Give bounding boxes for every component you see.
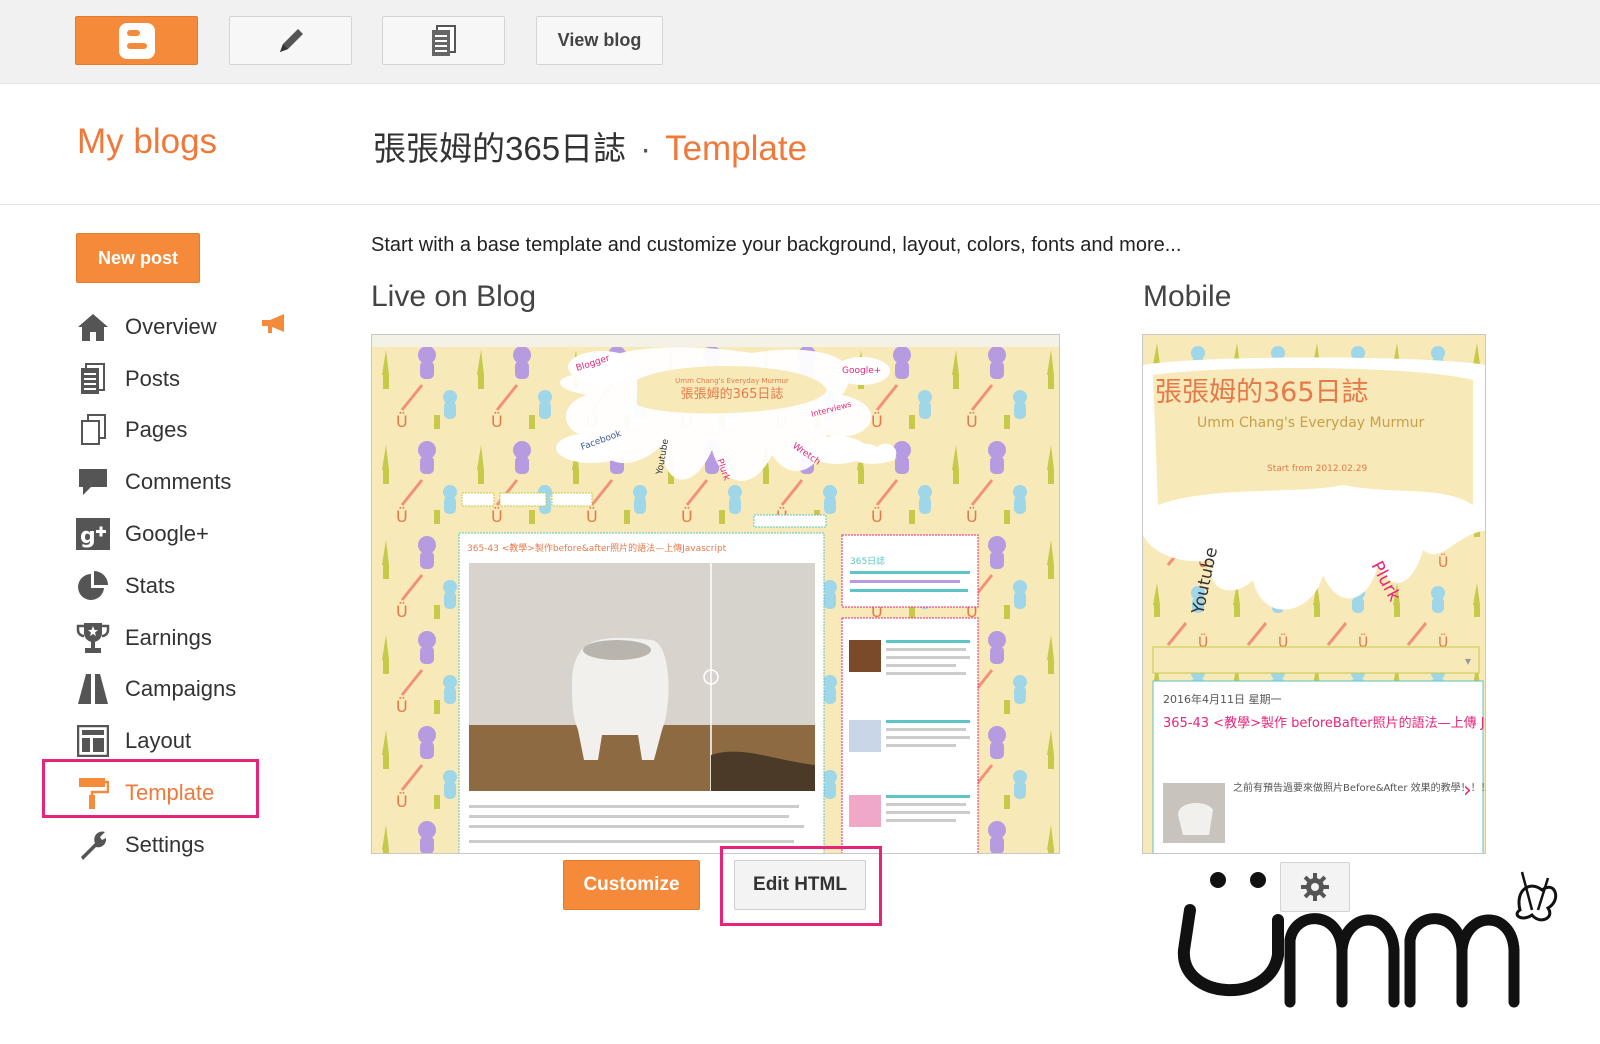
- view-blog-button[interactable]: View blog: [536, 16, 663, 65]
- mobile-preview-blog-name: 張張姆的365日誌: [1155, 377, 1369, 408]
- page-header: My blogs 張張姆的365日誌 · Template: [0, 84, 1600, 205]
- pie-chart-icon: [76, 569, 110, 603]
- blog-name[interactable]: 張張姆的365日誌: [373, 130, 626, 167]
- new-post-pencil-button[interactable]: [229, 16, 352, 65]
- live-preview-thumbnail: Ü Umm Chang's Everyday Murmur 張張姆的365日誌 …: [372, 335, 1059, 853]
- pages-icon: [76, 413, 110, 447]
- top-toolbar: View blog: [0, 0, 1600, 84]
- mobile-preview-excerpt: 之前有預告過要來做照片Before&After 效果的教學！！！關於這個照片 B…: [1233, 781, 1486, 794]
- sidebar-item-campaigns[interactable]: Campaigns: [76, 664, 306, 716]
- sidebar-item-stats[interactable]: Stats: [76, 560, 306, 612]
- sidebar-item-label: Comments: [125, 469, 232, 495]
- google-plus-icon: g: [76, 517, 110, 551]
- svg-text:g: g: [80, 524, 96, 549]
- sidebar-item-label: Pages: [125, 417, 188, 443]
- sidebar-item-pages[interactable]: Pages: [76, 405, 306, 457]
- live-on-blog-heading: Live on Blog: [371, 280, 537, 313]
- umm-watermark-logo: [1177, 871, 1558, 1008]
- mobile-preview-thumbnail: Ü 張張姆的365日誌 Umm Chang's Everyday Murmur …: [1143, 335, 1486, 853]
- comment-icon: [76, 465, 110, 499]
- live-preview-sidebar-label: 365日誌: [850, 555, 885, 567]
- posts-icon: [431, 24, 456, 56]
- posts-list-button[interactable]: [382, 16, 505, 65]
- sidebar-item-label: Overview: [125, 313, 217, 339]
- mobile-preview-date: 2016年4月11日 星期一: [1163, 692, 1282, 706]
- live-preview-post-title: 365-43 <教學>製作before&after照片的語法—上傳Javascr…: [467, 542, 727, 554]
- sidebar-item-label: Campaigns: [125, 676, 237, 702]
- mobile-preview-start: Start from 2012.02.29: [1267, 464, 1367, 474]
- sidebar-item-label: Google+: [125, 521, 209, 547]
- sidebar-item-label: Settings: [125, 831, 205, 857]
- sidebar-item-overview[interactable]: Overview: [76, 301, 306, 353]
- section-name: Template: [665, 129, 808, 168]
- sidebar-item-label: Layout: [125, 728, 192, 754]
- blogger-logo-icon: [118, 22, 155, 59]
- home-icon: [76, 310, 110, 344]
- posts-icon: [76, 362, 110, 396]
- svg-text:›: ›: [1463, 778, 1472, 803]
- edit-html-highlight-box: [720, 846, 882, 926]
- new-post-button[interactable]: New post: [76, 233, 200, 283]
- pencil-icon: [279, 28, 303, 52]
- blogger-logo-button[interactable]: [75, 16, 198, 65]
- mobile-template-preview[interactable]: Ü 張張姆的365日誌 Umm Chang's Everyday Murmur …: [1142, 334, 1486, 854]
- sidebar-item-earnings[interactable]: Earnings: [76, 612, 306, 664]
- sidebar-item-settings[interactable]: Settings: [76, 819, 306, 871]
- mobile-preview-post-title: 365-43 <教學>製作 beforeBafter照片的語法—上傳 Javas…: [1163, 715, 1486, 731]
- mobile-preview-subtitle: Umm Chang's Everyday Murmur: [1197, 415, 1425, 431]
- sidebar-item-posts[interactable]: Posts: [76, 353, 306, 405]
- sidebar-item-label: Earnings: [125, 624, 212, 650]
- sidebar-item-google-plus[interactable]: g Google+: [76, 508, 306, 560]
- bubble-google-plus: Google+: [842, 366, 881, 376]
- live-template-preview[interactable]: Ü Umm Chang's Everyday Murmur 張張姆的365日誌 …: [371, 334, 1060, 854]
- campaign-icon: [76, 672, 110, 706]
- customize-button[interactable]: Customize: [563, 860, 700, 910]
- template-description: Start with a base template and customize…: [371, 234, 1182, 256]
- sidebar-item-label: Stats: [125, 572, 176, 598]
- live-preview-blog-name: 張張姆的365日誌: [681, 386, 784, 402]
- svg-text:▾: ▾: [1465, 654, 1471, 668]
- wrench-icon: [76, 828, 110, 862]
- layout-icon: [76, 724, 110, 758]
- mobile-heading: Mobile: [1143, 280, 1232, 313]
- megaphone-icon: [260, 313, 288, 341]
- title-separator: ·: [640, 130, 652, 167]
- my-blogs-link[interactable]: My blogs: [77, 122, 217, 162]
- sidebar-item-label: Posts: [125, 365, 181, 391]
- template-highlight-box: [42, 759, 259, 818]
- sidebar-item-comments[interactable]: Comments: [76, 456, 306, 508]
- page-title: 張張姆的365日誌 · Template: [373, 122, 807, 170]
- trophy-icon: [76, 621, 110, 655]
- live-preview-subtitle: Umm Chang's Everyday Murmur: [675, 377, 789, 385]
